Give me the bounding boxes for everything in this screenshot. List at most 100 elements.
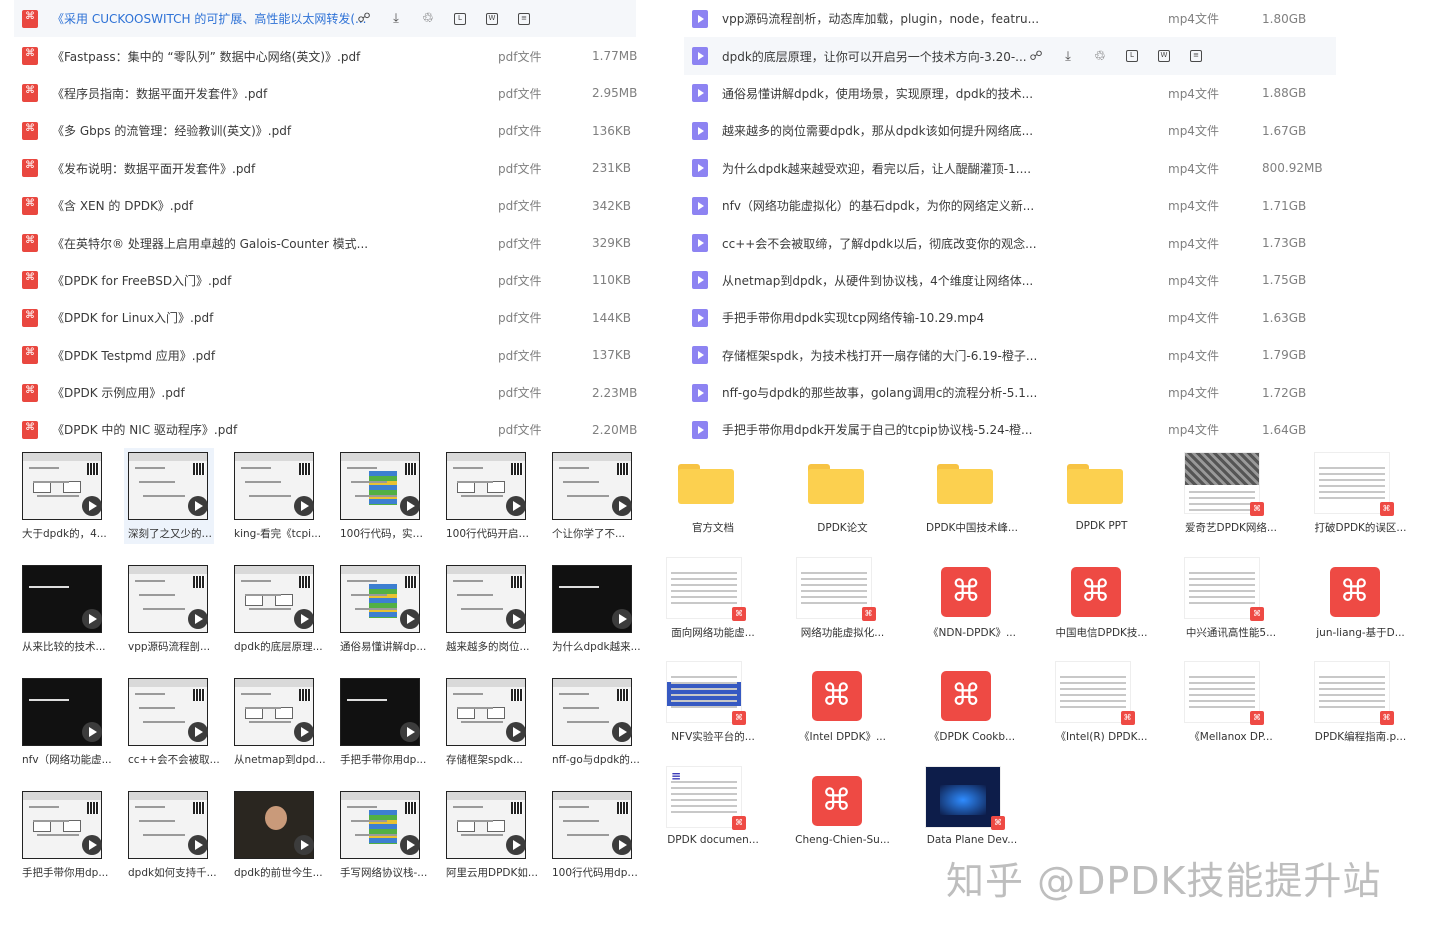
video-thumbnail[interactable]: king-看完《tcpi... bbox=[226, 448, 332, 561]
grid-item[interactable]: ⌘ 面向网络功能虚... bbox=[648, 555, 778, 660]
file-row[interactable]: 《DPDK Testpmd 应用》.pdf pdf文件 137KB bbox=[14, 337, 636, 374]
file-row[interactable]: 从netmap到dpdk，从硬件到协议栈，4个维度让网络体... mp4文件 1.7… bbox=[684, 262, 1336, 299]
play-icon[interactable] bbox=[294, 496, 314, 516]
file-row[interactable]: 《DPDK 中的 NIC 驱动程序》.pdf pdf文件 2.20MB bbox=[14, 411, 637, 448]
video-thumbnail[interactable]: nfv（网络功能虚... bbox=[14, 674, 120, 787]
grid-item[interactable]: ⌘ 《DPDK Cookb... bbox=[907, 659, 1037, 764]
grid-item[interactable]: ⌘ 打破DPDK的误区... bbox=[1296, 450, 1426, 555]
file-row[interactable]: 通俗易懂讲解dpdk，使用场景，实现原理，dpdk的技术... mp4文件 1.88… bbox=[684, 75, 1336, 112]
play-icon[interactable] bbox=[612, 722, 632, 742]
file-name[interactable]: 存储框架spdk，为技术栈打开一扇存储的大门-6.19-橙子... bbox=[722, 347, 1172, 364]
video-thumbnail[interactable]: 手把手带你用dp... bbox=[14, 787, 120, 900]
play-icon[interactable] bbox=[82, 835, 102, 855]
download-icon[interactable]: ⤓ bbox=[386, 9, 406, 29]
video-thumbnail[interactable]: 100行代码用dpd... bbox=[544, 787, 650, 900]
video-thumbnail[interactable]: nff-go与dpdk的... bbox=[544, 674, 650, 787]
grid-item[interactable]: ⌘ 中国电信DPDK技... bbox=[1037, 555, 1167, 660]
video-thumbnail[interactable]: 深刻了之又少的与... bbox=[120, 448, 226, 561]
file-name[interactable]: 手把手带你用dpdk开发属于自己的tcpip协议栈-5.24-橙... bbox=[722, 421, 1172, 438]
grid-item[interactable]: ⌘ NFV实验平台的... bbox=[648, 659, 778, 764]
file-row[interactable]: nff-go与dpdk的那些故事，golang调用c的流程分析-5.1... mp… bbox=[684, 374, 1336, 411]
play-icon[interactable] bbox=[188, 835, 208, 855]
video-thumbnail[interactable]: 从来比较的技术... bbox=[14, 561, 120, 674]
video-thumbnail[interactable]: 100行代码，实现... bbox=[332, 448, 438, 561]
play-icon[interactable] bbox=[612, 609, 632, 629]
rename-icon[interactable]: L bbox=[1122, 46, 1142, 66]
video-thumbnail[interactable]: 100行代码开启自... bbox=[438, 448, 544, 561]
file-row[interactable]: 《DPDK for Linux入门》.pdf pdf文件 144KB bbox=[14, 299, 636, 336]
file-name[interactable]: 《含 XEN 的 DPDK》.pdf bbox=[52, 197, 472, 214]
play-icon[interactable] bbox=[82, 722, 102, 742]
grid-item[interactable]: ≡ ⌘ DPDK documen... bbox=[648, 764, 778, 869]
video-thumbnail[interactable]: 通俗易懂讲解dp... bbox=[332, 561, 438, 674]
video-thumbnail[interactable]: 手把手带你用dp... bbox=[332, 674, 438, 787]
play-icon[interactable] bbox=[506, 496, 526, 516]
play-icon[interactable] bbox=[400, 722, 420, 742]
file-row[interactable]: 《多 Gbps 的流管理：经验教训(英文)》.pdf pdf文件 136KB bbox=[14, 112, 636, 149]
file-name[interactable]: 《在英特尔® 处理器上启用卓越的 Galois-Counter 模式... bbox=[52, 235, 472, 252]
trash-icon[interactable]: ♲ bbox=[418, 9, 438, 29]
file-row[interactable]: 手把手带你用dpdk开发属于自己的tcpip协议栈-5.24-橙... mp4文件… bbox=[684, 411, 1336, 448]
file-row[interactable]: 《DPDK for FreeBSD入门》.pdf pdf文件 110KB bbox=[14, 262, 636, 299]
video-thumbnail[interactable]: 从netmap到dpd... bbox=[226, 674, 332, 787]
file-name[interactable]: nff-go与dpdk的那些故事，golang调用c的流程分析-5.1... bbox=[722, 384, 1172, 401]
video-thumbnail[interactable]: vpp源码流程剖... bbox=[120, 561, 226, 674]
play-icon[interactable] bbox=[400, 835, 420, 855]
trash-icon[interactable]: ♲ bbox=[1090, 46, 1110, 66]
file-row[interactable]: nfv（网络功能虚拟化）的基石dpdk，为你的网络定义新... mp4文件 1.71… bbox=[684, 187, 1336, 224]
file-name[interactable]: 手把手带你用dpdk实现tcp网络传输-10.29.mp4 bbox=[722, 309, 1172, 326]
file-name[interactable]: 《程序员指南：数据平面开发套件》.pdf bbox=[52, 85, 472, 102]
play-icon[interactable] bbox=[294, 609, 314, 629]
grid-item[interactable]: ⌘ DPDK编程指南.p... bbox=[1296, 659, 1426, 764]
file-name[interactable]: 通俗易懂讲解dpdk，使用场景，实现原理，dpdk的技术... bbox=[722, 85, 1172, 102]
file-row[interactable]: 《采用 CUCKOOSWITCH 的可扩展、高性能以太网转发(...☍⤓♲LW≡ bbox=[14, 0, 636, 38]
video-thumbnail[interactable]: 大于dpdk的，4... bbox=[14, 448, 120, 561]
file-row[interactable]: 《在英特尔® 处理器上启用卓越的 Galois-Counter 模式... pdf… bbox=[14, 224, 636, 261]
rename-icon[interactable]: L bbox=[450, 9, 470, 29]
video-thumbnail[interactable]: 为什么dpdk越来... bbox=[544, 561, 650, 674]
file-name[interactable]: 《Fastpass：集中的 “零队列” 数据中心网络(英文)》.pdf bbox=[52, 48, 472, 65]
share-icon[interactable]: ☍ bbox=[354, 9, 374, 29]
grid-item[interactable]: ⌘ jun-liang-基于D... bbox=[1296, 555, 1426, 660]
file-name[interactable]: 《DPDK for Linux入门》.pdf bbox=[52, 309, 472, 326]
video-thumbnail[interactable]: dpdk如何支持千... bbox=[120, 787, 226, 900]
file-name[interactable]: 《发布说明：数据平面开发套件》.pdf bbox=[52, 160, 472, 177]
grid-item[interactable]: DPDK中国技术峰... bbox=[907, 450, 1037, 555]
grid-item[interactable]: ⌘ 《Intel DPDK》... bbox=[778, 659, 908, 764]
file-row[interactable]: 存储框架spdk，为技术栈打开一扇存储的大门-6.19-橙子... mp4文件 1.… bbox=[684, 337, 1336, 374]
play-icon[interactable] bbox=[188, 722, 208, 742]
more-icon[interactable]: ≡ bbox=[1186, 46, 1206, 66]
grid-item[interactable]: ⌘ Cheng-Chien-Su... bbox=[778, 764, 908, 869]
file-row[interactable]: dpdk的底层原理，让你可以开启另一个技术方向-3.20-... ☍ ⤓ ♲ L W ≡ bbox=[684, 37, 1336, 75]
move-icon[interactable]: W bbox=[1154, 46, 1174, 66]
play-icon[interactable] bbox=[506, 722, 526, 742]
file-name[interactable]: 《DPDK for FreeBSD入门》.pdf bbox=[52, 272, 472, 289]
file-name[interactable]: 为什么dpdk越来越受欢迎，看完以后，让人醍醐灌顶-1.... bbox=[722, 160, 1172, 177]
grid-item[interactable]: ⌘ 爱奇艺DPDK网络... bbox=[1166, 450, 1296, 555]
grid-item[interactable]: DPDK论文 bbox=[778, 450, 908, 555]
file-name[interactable]: 《DPDK 中的 NIC 驱动程序》.pdf bbox=[52, 421, 472, 438]
file-row[interactable]: 《DPDK 示例应用》.pdf pdf文件 2.23MB bbox=[14, 374, 637, 411]
grid-item[interactable]: ⌘ 《Intel(R) DPDK... bbox=[1037, 659, 1167, 764]
file-name[interactable]: 《多 Gbps 的流管理：经验教训(英文)》.pdf bbox=[52, 122, 472, 139]
file-name[interactable]: 《DPDK Testpmd 应用》.pdf bbox=[52, 347, 472, 364]
grid-item[interactable]: ⌘ 《Mellanox DP... bbox=[1166, 659, 1296, 764]
move-icon[interactable]: W bbox=[482, 9, 502, 29]
file-row[interactable]: 《发布说明：数据平面开发套件》.pdf pdf文件 231KB bbox=[14, 150, 636, 187]
file-row[interactable]: 为什么dpdk越来越受欢迎，看完以后，让人醍醐灌顶-1.... mp4文件 800.… bbox=[684, 150, 1336, 187]
file-name[interactable]: 从netmap到dpdk，从硬件到协议栈，4个维度让网络体... bbox=[722, 272, 1172, 289]
video-thumbnail[interactable]: 存储框架spdk... bbox=[438, 674, 544, 787]
file-row[interactable]: vpp源码流程剖析，动态库加载，plugin，node，featru... mp4… bbox=[684, 0, 1336, 37]
video-thumbnail[interactable]: 个让你学了不... bbox=[544, 448, 650, 561]
file-row[interactable]: 《Fastpass：集中的 “零队列” 数据中心网络(英文)》.pdf pdf文件… bbox=[14, 37, 637, 74]
more-icon[interactable]: ≡ bbox=[514, 9, 534, 29]
grid-item[interactable]: DPDK PPT bbox=[1037, 450, 1167, 555]
share-icon[interactable]: ☍ bbox=[1026, 46, 1046, 66]
play-icon[interactable] bbox=[82, 609, 102, 629]
video-thumbnail[interactable]: dpdk的底层原理... bbox=[226, 561, 332, 674]
file-row[interactable]: 《含 XEN 的 DPDK》.pdf pdf文件 342KB bbox=[14, 187, 636, 224]
grid-item[interactable]: ⌘ 《NDN-DPDK》... bbox=[907, 555, 1037, 660]
play-icon[interactable] bbox=[82, 496, 102, 516]
video-thumbnail[interactable]: cc++会不会被取... bbox=[120, 674, 226, 787]
file-name[interactable]: cc++会不会被取缔，了解dpdk以后，彻底改变你的观念... bbox=[722, 235, 1172, 252]
